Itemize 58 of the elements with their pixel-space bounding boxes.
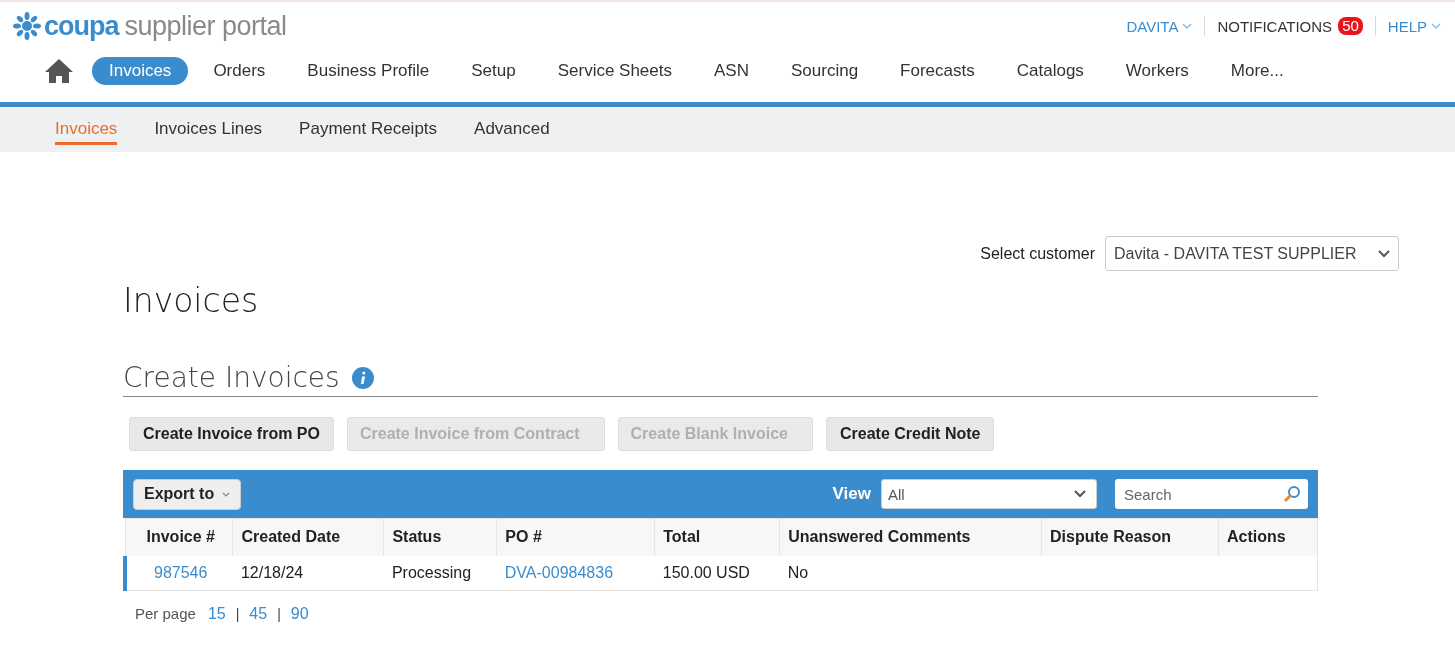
page-title: Invoices — [123, 281, 260, 321]
separator: | — [277, 605, 281, 622]
column-header: Total — [654, 518, 780, 556]
top-menu-link[interactable]: HELP — [1387, 17, 1441, 35]
subnav-tab[interactable]: Advanced — [474, 114, 550, 145]
per-page-link[interactable]: 15 — [207, 604, 226, 623]
column-header: Invoice # — [125, 518, 233, 556]
create-button[interactable]: Create Credit Note — [825, 417, 995, 451]
coupa-logo[interactable]: coupa supplier portal — [12, 10, 287, 42]
view-label: View — [832, 484, 871, 504]
logo-flower-icon — [12, 12, 42, 40]
table-cell: Processing — [391, 563, 472, 581]
table-link[interactable]: DVA-00984836 — [504, 563, 614, 581]
per-page-link[interactable]: 45 — [249, 604, 268, 623]
chevron-down-icon — [1182, 23, 1193, 29]
chevron-down-icon — [222, 491, 231, 497]
nav-tab[interactable]: Forecasts — [883, 57, 992, 85]
search-icon — [1283, 485, 1301, 503]
section-title: Create Invoices — [123, 361, 340, 394]
create-button[interactable]: Create Invoice from PO — [129, 417, 334, 451]
nav-tab[interactable]: Orders — [196, 57, 283, 85]
column-header: Unanswered Comments — [779, 518, 1042, 556]
nav-tab[interactable]: ASN — [697, 57, 766, 85]
nav-tab[interactable]: Catalogs — [999, 57, 1101, 85]
table-cell: No — [787, 563, 809, 581]
notification-count: 50 — [1338, 17, 1363, 35]
customer-select[interactable]: Davita - DAVITA TEST SUPPLIER — [1105, 236, 1399, 271]
top-menu-link[interactable]: DAVITA — [1126, 17, 1193, 35]
nav-tab[interactable]: Workers — [1108, 57, 1206, 85]
nav-tab[interactable]: Business Profile — [290, 57, 447, 85]
column-header: Dispute Reason — [1041, 518, 1219, 556]
subnav-tab[interactable]: Invoices Lines — [154, 114, 263, 145]
nav-tab[interactable]: Sourcing — [774, 57, 876, 85]
separator: | — [235, 605, 240, 622]
nav-tab[interactable]: Service Sheets — [540, 57, 689, 85]
column-header: PO # — [496, 518, 655, 556]
home-icon[interactable] — [44, 58, 74, 84]
info-icon[interactable] — [351, 366, 374, 389]
table-cell: 12/18/24 — [240, 563, 304, 581]
view-select[interactable]: All — [881, 479, 1097, 509]
export-button[interactable]: Export to — [133, 478, 242, 510]
table-link[interactable]: 987546 — [154, 563, 208, 581]
chevron-down-icon — [1378, 249, 1390, 258]
table-cell: 150.00 USD — [662, 563, 750, 581]
subnav-tab[interactable]: Payment Receipts — [299, 114, 438, 145]
nav-tab[interactable]: Setup — [454, 57, 533, 85]
column-header: Actions — [1218, 518, 1318, 556]
per-page-link[interactable]: 90 — [290, 604, 309, 623]
column-header: Status — [383, 518, 497, 556]
search-field[interactable]: Search — [1115, 479, 1308, 509]
chevron-down-icon — [1431, 23, 1441, 29]
chevron-down-icon — [1074, 490, 1086, 498]
per-page-label: Per page — [135, 605, 196, 622]
nav-tab[interactable]: Invoices — [92, 57, 189, 85]
column-header: Created Date — [232, 518, 384, 556]
select-customer-label: Select customer — [980, 244, 1095, 263]
nav-tab[interactable]: More... — [1213, 57, 1301, 85]
notifications-link[interactable]: NOTIFICATIONS — [1217, 17, 1333, 35]
